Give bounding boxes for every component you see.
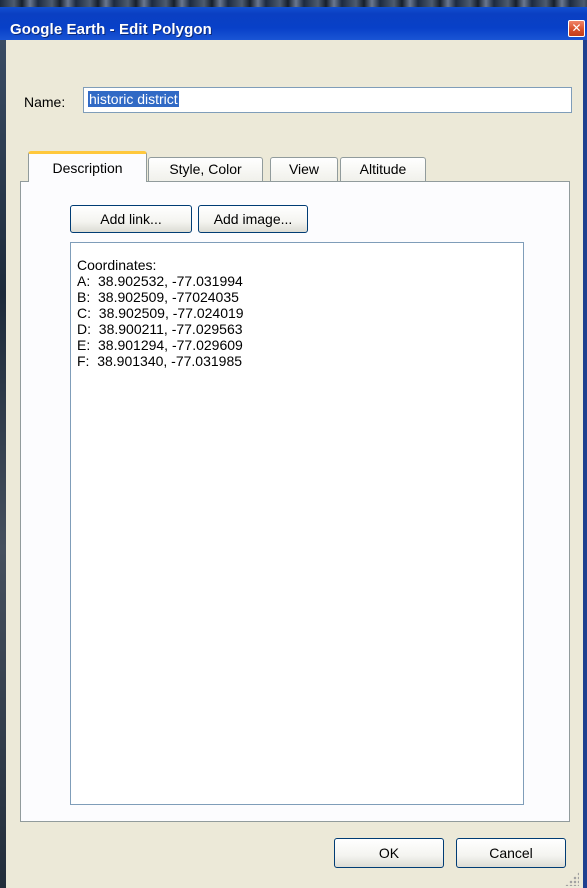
description-line: Coordinates: (77, 257, 157, 273)
dialog-body: Name: historic district Description Styl… (6, 40, 583, 888)
tab-description-label: Description (52, 160, 123, 176)
tab-style-color-label: Style, Color (169, 161, 242, 177)
tab-altitude[interactable]: Altitude (340, 157, 426, 182)
cancel-button[interactable]: Cancel (456, 838, 566, 868)
resize-grip-icon[interactable] (565, 872, 579, 886)
tab-view-label: View (288, 161, 320, 177)
desktop-background-strip (0, 0, 587, 7)
tab-altitude-label: Altitude (359, 161, 407, 177)
add-image-button[interactable]: Add image... (198, 205, 308, 233)
close-icon[interactable]: ✕ (568, 20, 585, 37)
name-input[interactable]: historic district (83, 87, 572, 113)
name-label: Name: (24, 94, 66, 110)
add-link-button[interactable]: Add link... (70, 205, 192, 233)
description-textarea[interactable]: Coordinates: A: 38.902532, -77.031994 B:… (70, 242, 524, 805)
tab-description[interactable]: Description (28, 151, 147, 184)
description-line: B: 38.902509, -77024035 (77, 289, 239, 305)
description-line: E: 38.901294, -77.029609 (77, 337, 243, 353)
window-title: Google Earth - Edit Polygon (10, 21, 212, 38)
edit-polygon-dialog: Google Earth - Edit Polygon ✕ Name: hist… (0, 0, 587, 888)
name-input-value: historic district (88, 91, 179, 107)
title-bar[interactable]: Google Earth - Edit Polygon ✕ (0, 0, 587, 40)
tab-view[interactable]: View (270, 157, 338, 182)
description-line: C: 38.902509, -77.024019 (77, 305, 244, 321)
description-line: F: 38.901340, -77.031985 (77, 353, 243, 369)
tab-style-color[interactable]: Style, Color (148, 157, 263, 182)
ok-button[interactable]: OK (334, 838, 444, 868)
window-border-right (583, 40, 587, 888)
description-line: A: 38.902532, -77.031994 (77, 273, 243, 289)
description-line: D: 38.900211, -77.029563 (77, 321, 243, 337)
